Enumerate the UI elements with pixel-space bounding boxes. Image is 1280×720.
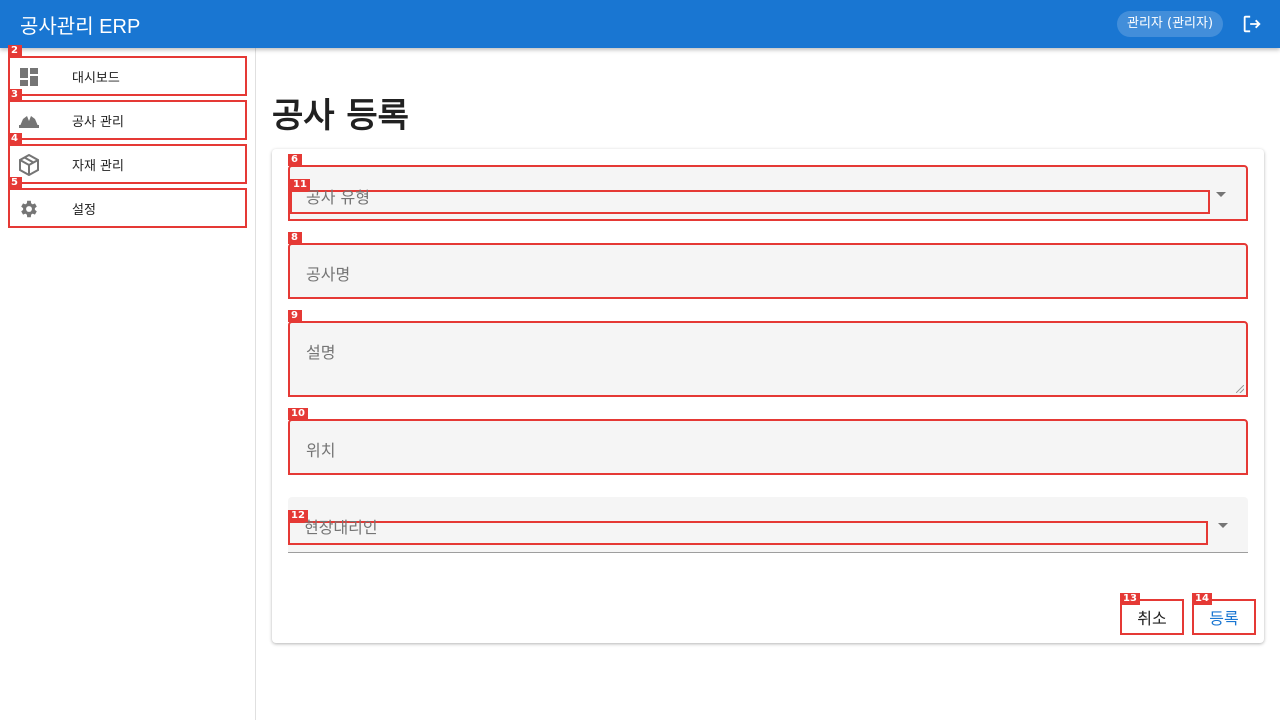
construction-type-label: 공사 유형 <box>306 188 370 207</box>
construction-type-select[interactable]: 6 11 공사 유형 <box>288 154 1248 221</box>
logout-button[interactable] <box>1238 10 1266 38</box>
sidebar-item-materials[interactable]: 4 자재 관리 <box>8 133 247 184</box>
sidebar: 2 대시보드 3 공사 관리 4 자재 관리 5 설정 <box>0 45 256 720</box>
sidebar-item-label: 공사 관리 <box>72 114 124 130</box>
element-badge: 8 <box>288 232 302 244</box>
element-badge: 9 <box>288 310 302 322</box>
page-title: 공사 등록 <box>272 96 409 136</box>
element-badge: 5 <box>8 177 22 189</box>
site-manager-label: 현장대리인 <box>304 518 378 537</box>
element-badge: 13 <box>1120 593 1140 605</box>
element-badge: 4 <box>8 133 22 145</box>
gear-icon <box>18 198 40 220</box>
cancel-button-label: 취소 <box>1137 609 1167 628</box>
element-badge: 10 <box>288 408 308 420</box>
element-badge: 14 <box>1192 593 1212 605</box>
sidebar-item-dashboard[interactable]: 2 대시보드 <box>8 45 247 96</box>
description-label: 설명 <box>306 343 336 362</box>
resize-handle[interactable] <box>1236 385 1244 393</box>
package-icon <box>18 154 40 176</box>
cancel-button[interactable]: 13 취소 <box>1120 593 1184 635</box>
element-badge: 3 <box>8 89 22 101</box>
element-badge: 2 <box>8 45 22 57</box>
location-field[interactable]: 10 위치 <box>288 408 1248 475</box>
app-title: 공사관리 ERP <box>20 16 141 38</box>
description-field[interactable]: 9 설명 <box>288 310 1248 397</box>
element-badge: 6 <box>288 154 302 166</box>
construction-form: 6 11 공사 유형 8 공사명 9 설명 10 위치 12 현장대리인 13 … <box>272 149 1264 643</box>
app-bar: 공사관리 ERP 관리자 (관리자) <box>0 0 1280 48</box>
submit-button[interactable]: 14 등록 <box>1192 593 1256 635</box>
chevron-down-icon <box>1216 192 1226 197</box>
logout-icon <box>1243 15 1261 33</box>
construction-name-field[interactable]: 8 공사명 <box>288 232 1248 299</box>
element-badge: 12 <box>288 510 308 522</box>
sidebar-item-construction[interactable]: 3 공사 관리 <box>8 89 247 140</box>
site-manager-select-inner[interactable]: 12 <box>288 510 1208 545</box>
submit-button-label: 등록 <box>1209 609 1239 628</box>
construction-name-label: 공사명 <box>306 265 351 284</box>
element-badge: 11 <box>290 179 310 191</box>
site-manager-select[interactable]: 12 현장대리인 <box>288 497 1248 553</box>
sidebar-item-label: 자재 관리 <box>72 158 124 174</box>
main-content: 공사 등록 6 11 공사 유형 8 공사명 9 설명 10 위치 12 현장대… <box>256 48 1280 720</box>
construction-type-select-inner[interactable]: 11 <box>290 179 1210 214</box>
sidebar-item-label: 대시보드 <box>72 70 120 86</box>
construction-icon <box>18 110 40 132</box>
sidebar-item-settings[interactable]: 5 설정 <box>8 177 247 228</box>
sidebar-item-label: 설정 <box>72 202 96 218</box>
location-label: 위치 <box>306 441 336 460</box>
dashboard-icon <box>18 66 40 88</box>
user-chip[interactable]: 관리자 (관리자) <box>1117 11 1224 37</box>
chevron-down-icon <box>1218 523 1228 528</box>
